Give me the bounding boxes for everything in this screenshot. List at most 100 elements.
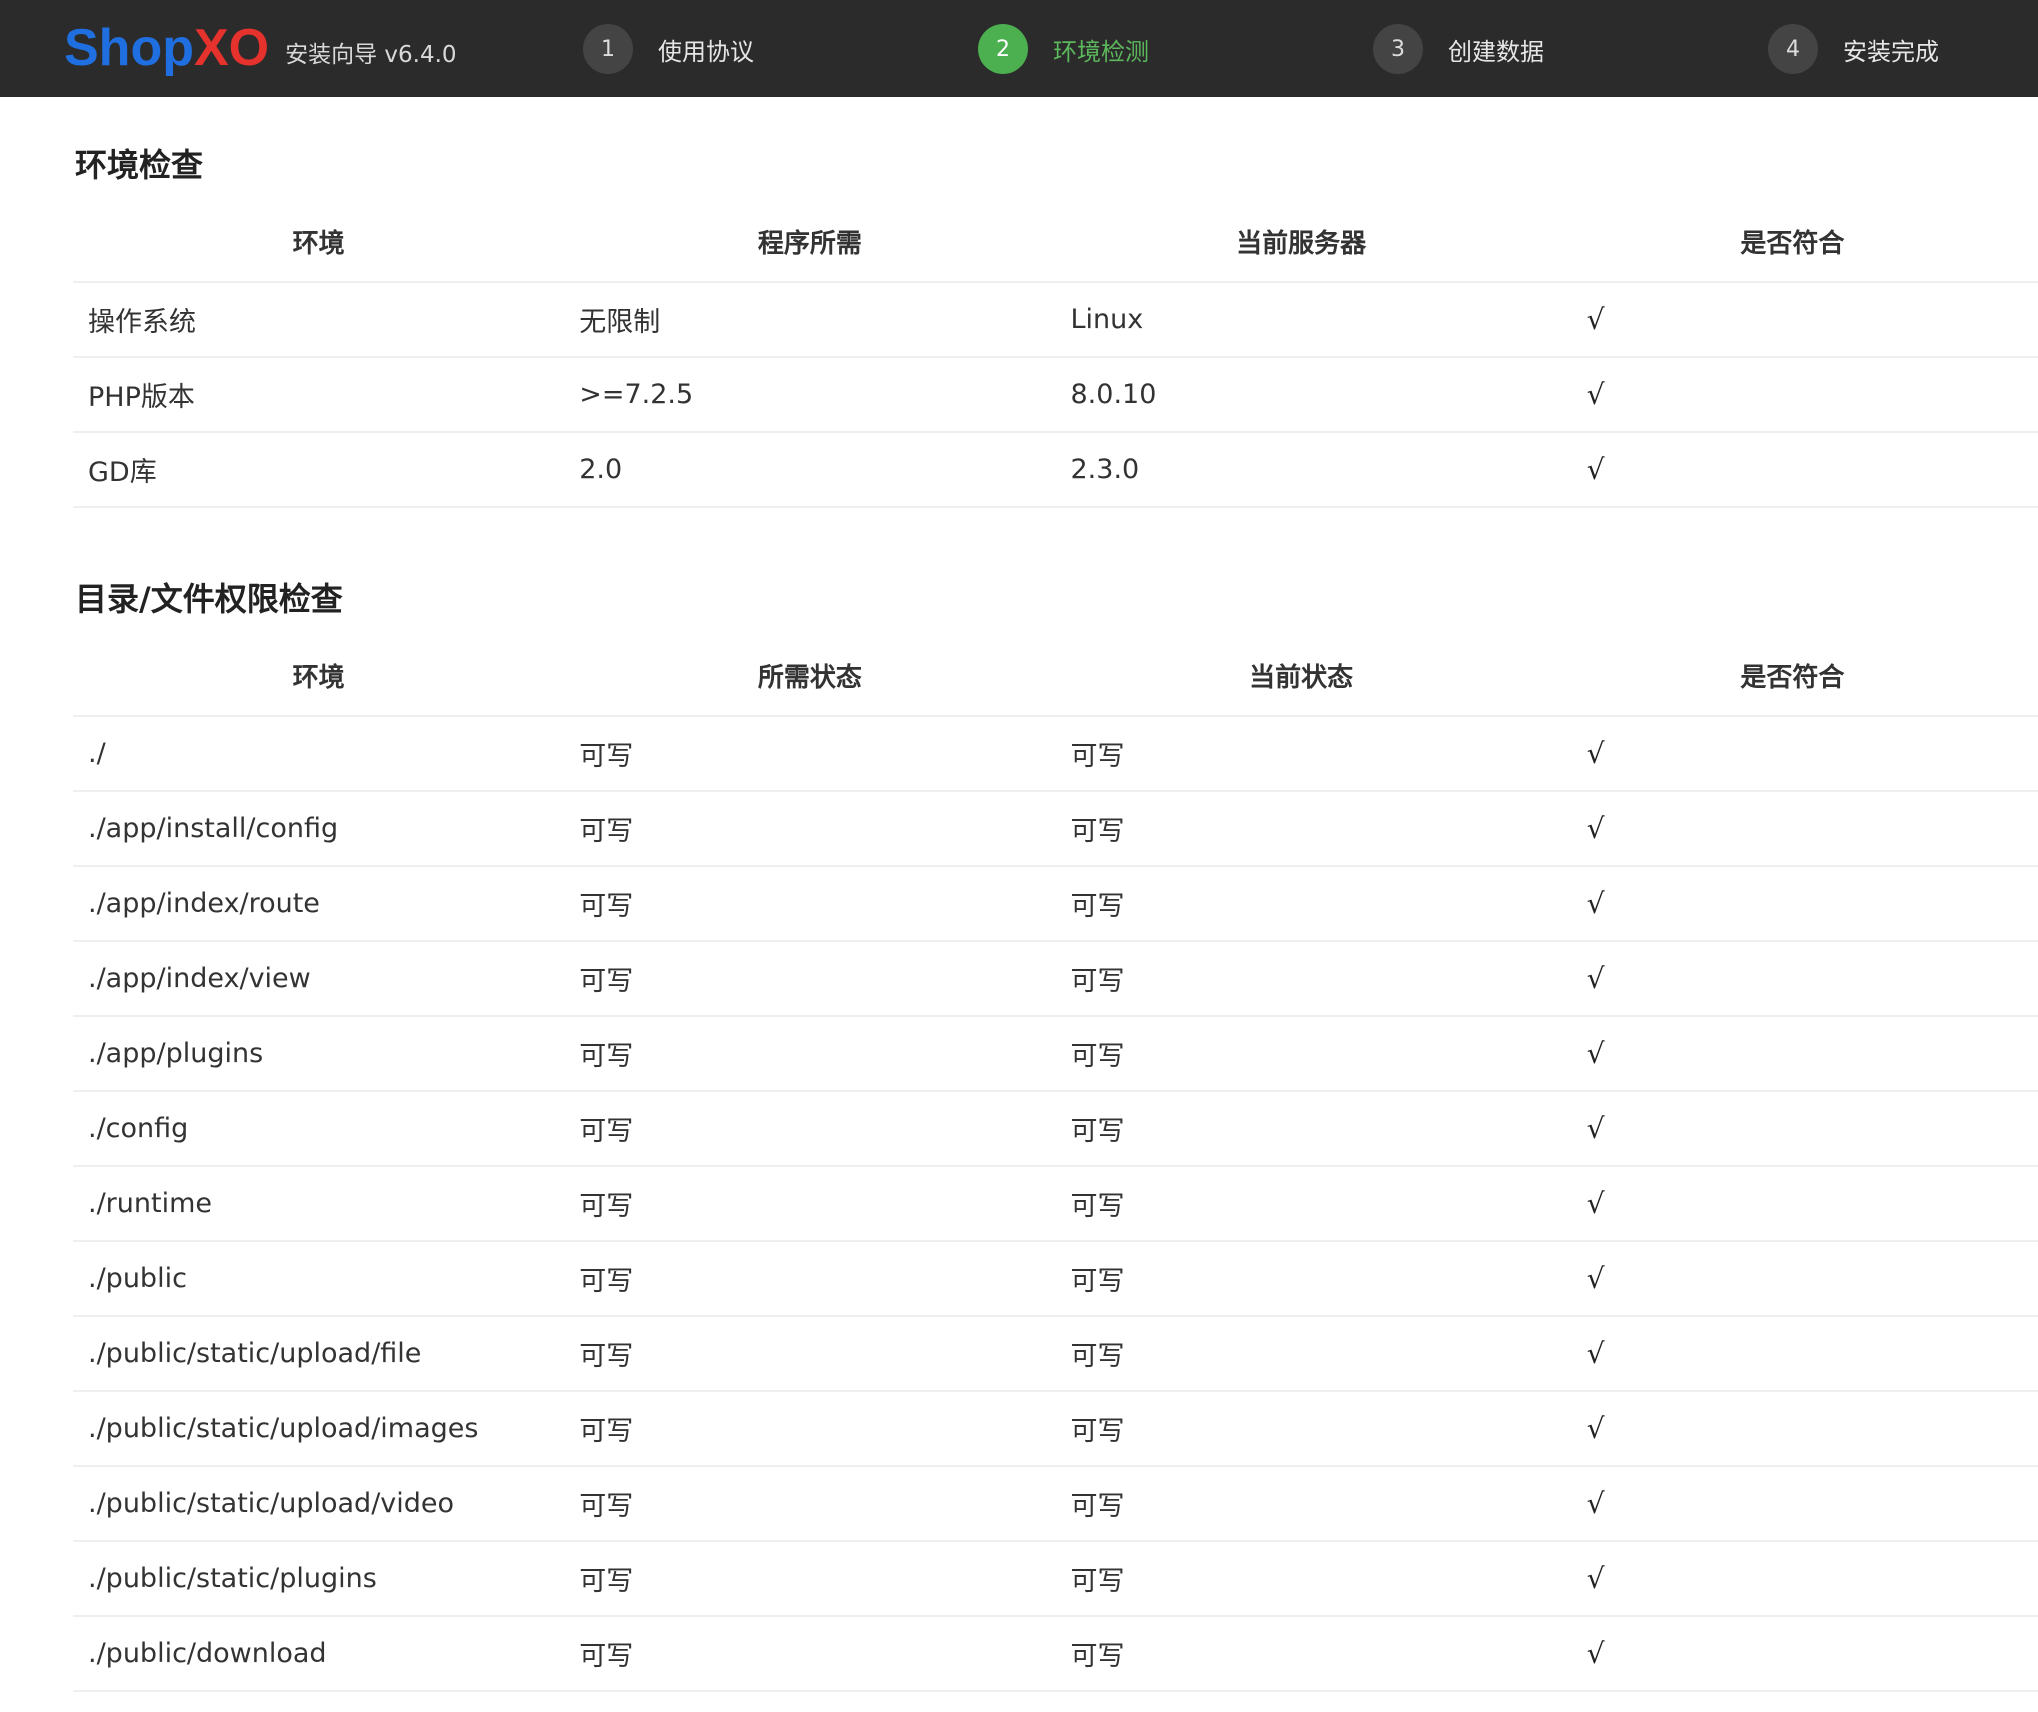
column-header: 是否符合	[1546, 202, 2038, 283]
table-cell: 可写	[1055, 791, 1547, 867]
table-cell: 可写	[564, 716, 1056, 792]
table-cell: ./app/index/view	[73, 941, 565, 1017]
logo-shop-text: Shop	[64, 19, 194, 77]
step-label: 安装完成	[1843, 37, 1939, 66]
check-mark-cell: √	[1546, 716, 2038, 792]
column-header: 是否符合	[1546, 636, 2038, 717]
table-cell: 可写	[1055, 866, 1547, 942]
table-cell: ./app/plugins	[73, 1016, 565, 1092]
table-cell: ./app/install/config	[73, 791, 565, 867]
table-cell: ./public/static/upload/video	[73, 1466, 565, 1542]
table-cell: 可写	[564, 1016, 1056, 1092]
table-cell: >=7.2.5	[564, 357, 1056, 433]
table-row: ./runtime 可写 可写 √	[73, 1166, 2038, 1242]
step-number: 4	[1768, 24, 1818, 74]
table-cell: 可写	[1055, 941, 1547, 1017]
table-cell: 可写	[564, 1241, 1056, 1317]
table-cell: 可写	[564, 791, 1056, 867]
check-mark-cell: √	[1546, 432, 2038, 508]
table-row: ./public/download 可写 可写 √	[73, 1616, 2038, 1692]
table-cell: 可写	[1055, 1616, 1547, 1692]
table-row: ./public 可写 可写 √	[73, 1241, 2038, 1317]
check-mark-cell: √	[1546, 1091, 2038, 1167]
step-number: 1	[583, 24, 633, 74]
table-cell: ./runtime	[73, 1166, 565, 1242]
table-cell: ./	[73, 716, 565, 792]
table-row: ./app/index/view 可写 可写 √	[73, 941, 2038, 1017]
table-cell: 可写	[564, 1541, 1056, 1617]
table-cell: 可写	[564, 866, 1056, 942]
column-header: 当前状态	[1055, 636, 1547, 717]
table-cell: 可写	[564, 1091, 1056, 1167]
step-label: 使用协议	[658, 37, 754, 66]
table-cell: 无限制	[564, 282, 1056, 358]
step-1-agreement: 1 使用协议	[583, 24, 754, 74]
table-cell: 可写	[1055, 1016, 1547, 1092]
table-row: 操作系统 无限制 Linux √	[73, 282, 2038, 358]
table-cell: 操作系统	[73, 282, 565, 358]
top-navbar: Shop XO 安装向导 v6.4.0 1 使用协议 2 环境检测 3 创建数据 …	[0, 0, 2038, 97]
permission-check-table: 环境 所需状态 当前状态 是否符合 ./可写 可写 √ ./app/install/c…	[73, 636, 2038, 1692]
check-mark-cell: √	[1546, 282, 2038, 358]
table-cell: 可写	[564, 941, 1056, 1017]
installer-subtitle: 安装向导 v6.4.0	[285, 42, 457, 68]
table-cell: 可写	[564, 1316, 1056, 1392]
table-row: ./config 可写 可写 √	[73, 1091, 2038, 1167]
table-header-row: 环境 所需状态 当前状态 是否符合	[73, 636, 2038, 717]
table-cell: ./app/index/route	[73, 866, 565, 942]
env-check-table: 环境 程序所需 当前服务器 是否符合 操作系统 无限制 Linux √ PHP版本 >=7…	[73, 202, 2038, 508]
table-row: ./public/static/upload/video 可写 可写 √	[73, 1466, 2038, 1542]
check-mark-cell: √	[1546, 1166, 2038, 1242]
table-cell: ./public/static/upload/file	[73, 1316, 565, 1392]
table-cell: 可写	[564, 1616, 1056, 1692]
check-mark-cell: √	[1546, 1616, 2038, 1692]
table-cell: ./public/static/upload/images	[73, 1391, 565, 1467]
check-mark-cell: √	[1546, 1391, 2038, 1467]
table-cell: 2.0	[564, 432, 1056, 508]
table-cell: 可写	[1055, 1541, 1547, 1617]
table-row: ./app/install/config 可写 可写 √	[73, 791, 2038, 867]
table-cell: 2.3.0	[1055, 432, 1547, 508]
table-cell: 8.0.10	[1055, 357, 1547, 433]
table-cell: 可写	[1055, 1466, 1547, 1542]
table-row: ./app/index/route 可写 可写 √	[73, 866, 2038, 942]
column-header: 程序所需	[564, 202, 1056, 283]
column-header: 环境	[73, 636, 565, 717]
table-cell: 可写	[1055, 1316, 1547, 1392]
env-check-title: 环境检查	[75, 146, 204, 184]
table-cell: GD库	[73, 432, 565, 508]
check-mark-cell: √	[1546, 866, 2038, 942]
check-mark-cell: √	[1546, 941, 2038, 1017]
step-number: 3	[1373, 24, 1423, 74]
table-header-row: 环境 程序所需 当前服务器 是否符合	[73, 202, 2038, 283]
table-row: ./可写 可写 √	[73, 716, 2038, 792]
table-cell: 可写	[1055, 716, 1547, 792]
table-cell: 可写	[564, 1466, 1056, 1542]
table-cell: PHP版本	[73, 357, 565, 433]
column-header: 当前服务器	[1055, 202, 1547, 283]
table-cell: ./public/download	[73, 1616, 565, 1692]
step-label: 环境检测	[1053, 37, 1149, 66]
table-cell: ./config	[73, 1091, 565, 1167]
table-cell: ./public	[73, 1241, 565, 1317]
table-cell: 可写	[564, 1166, 1056, 1242]
table-cell: Linux	[1055, 282, 1547, 358]
table-row: GD库 2.0 2.3.0 √	[73, 432, 2038, 508]
check-mark-cell: √	[1546, 1541, 2038, 1617]
table-row: ./app/plugins 可写 可写 √	[73, 1016, 2038, 1092]
table-row: PHP版本 >=7.2.5 8.0.10 √	[73, 357, 2038, 433]
table-row: ./public/static/plugins 可写 可写 √	[73, 1541, 2038, 1617]
step-number: 2	[978, 24, 1028, 74]
table-cell: 可写	[1055, 1391, 1547, 1467]
table-cell: ./public/static/plugins	[73, 1541, 565, 1617]
check-mark-cell: √	[1546, 1241, 2038, 1317]
table-cell: 可写	[564, 1391, 1056, 1467]
permission-check-title: 目录/文件权限检查	[75, 580, 343, 618]
step-2-environment-check: 2 环境检测	[978, 24, 1149, 74]
column-header: 所需状态	[564, 636, 1056, 717]
step-label: 创建数据	[1448, 37, 1544, 66]
check-mark-cell: √	[1546, 1016, 2038, 1092]
table-cell: 可写	[1055, 1241, 1547, 1317]
logo-xo-text: XO	[193, 19, 270, 77]
logo: Shop XO 安装向导 v6.4.0	[64, 16, 457, 80]
